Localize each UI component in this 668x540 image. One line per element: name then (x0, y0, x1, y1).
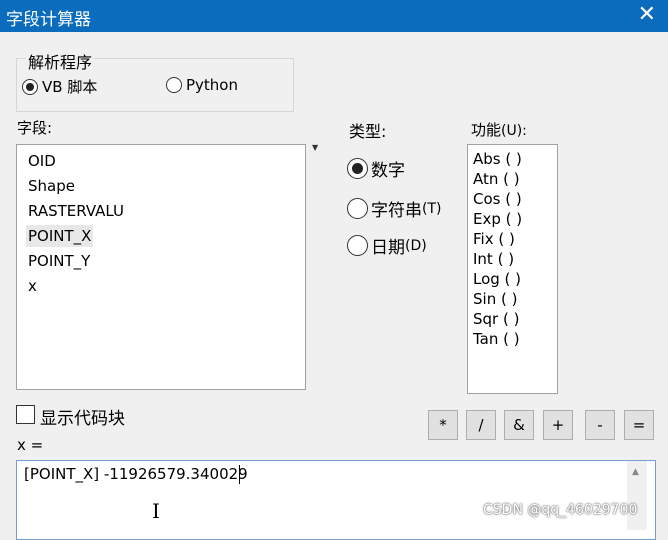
list-item[interactable]: Abs ( ) (473, 149, 522, 169)
radio-python[interactable]: Python (166, 76, 238, 94)
expression-input[interactable]: [POINT_X] -11926579.340029 (16, 460, 656, 540)
show-codeblock-label: 显示代码块 (40, 409, 125, 429)
list-item[interactable]: Log ( ) (473, 269, 521, 289)
type-label: 类型: (349, 122, 387, 141)
dialog-title: 字段计算器 (6, 10, 91, 30)
radio-empty-icon (347, 235, 368, 256)
close-icon[interactable]: ✕ (638, 2, 656, 28)
list-item[interactable]: Sin ( ) (473, 289, 517, 309)
functions-label-accel: (U): (501, 123, 527, 139)
radio-type-number-label: 数字 (371, 161, 405, 181)
list-item[interactable]: x (26, 275, 39, 297)
list-item[interactable]: Exp ( ) (473, 209, 522, 229)
radio-type-string-label: 字符串 (371, 201, 422, 221)
sort-arrow-icon[interactable]: ▼ (312, 143, 318, 152)
operator-add-button[interactable]: + (543, 410, 573, 440)
target-field-label: x = (17, 436, 44, 454)
scroll-up-icon[interactable]: ▲ (632, 467, 639, 477)
functions-list[interactable]: Abs ( ) Atn ( ) Cos ( ) Exp ( ) Fix ( ) … (467, 144, 558, 394)
functions-label-text: 功能 (471, 121, 502, 139)
radio-selected-icon (347, 158, 368, 179)
list-item[interactable]: POINT_X (26, 225, 94, 247)
list-item[interactable]: Tan ( ) (473, 329, 520, 349)
list-item[interactable]: RASTERVALU (26, 200, 126, 222)
operator-subtract-button[interactable]: - (585, 410, 615, 440)
radio-empty-icon (347, 198, 368, 219)
list-item[interactable]: Cos ( ) (473, 189, 522, 209)
radio-type-string-accel: (T) (422, 200, 442, 217)
text-caret (239, 465, 240, 484)
radio-vbscript-label: VB 脚本 (42, 78, 98, 96)
list-item[interactable]: POINT_Y (26, 250, 92, 272)
watermark: CSDN @qq_46029700 (483, 502, 638, 518)
list-item[interactable]: Int ( ) (473, 249, 514, 269)
radio-empty-icon (166, 77, 182, 93)
fields-label: 字段: (17, 119, 53, 137)
functions-label: 功能(U): (471, 119, 527, 140)
ibeam-cursor-icon: I (152, 499, 160, 523)
parser-legend: 解析程序 (26, 49, 95, 73)
operator-multiply-button[interactable]: * (428, 410, 458, 440)
list-item[interactable]: Atn ( ) (473, 169, 520, 189)
radio-selected-icon (22, 78, 38, 95)
list-item[interactable]: Shape (26, 175, 77, 197)
list-item[interactable]: Fix ( ) (473, 229, 515, 249)
operator-concat-button[interactable]: & (504, 410, 534, 440)
radio-python-label: Python (186, 76, 238, 94)
radio-vbscript[interactable]: VB 脚本 (22, 76, 97, 97)
radio-type-string[interactable]: 字符串 (T) (347, 196, 441, 221)
expression-text: [POINT_X] -11926579.340029 (24, 465, 248, 483)
operator-divide-button[interactable]: / (466, 410, 496, 440)
list-item[interactable]: Sqr ( ) (473, 309, 519, 329)
radio-type-date-accel: (D) (405, 237, 427, 254)
show-codeblock-checkbox[interactable] (16, 405, 35, 424)
title-bar: 字段计算器 ✕ (0, 0, 668, 32)
fields-list[interactable]: OID Shape RASTERVALU POINT_X POINT_Y x (16, 144, 306, 390)
list-item[interactable]: OID (26, 150, 58, 172)
radio-type-date[interactable]: 日期 (D) (347, 233, 427, 258)
radio-type-number[interactable]: 数字 (347, 156, 405, 181)
radio-type-date-label: 日期 (371, 238, 405, 258)
expression-scrollbar[interactable]: ▲ (627, 461, 647, 530)
operator-equals-button[interactable]: = (624, 410, 654, 440)
